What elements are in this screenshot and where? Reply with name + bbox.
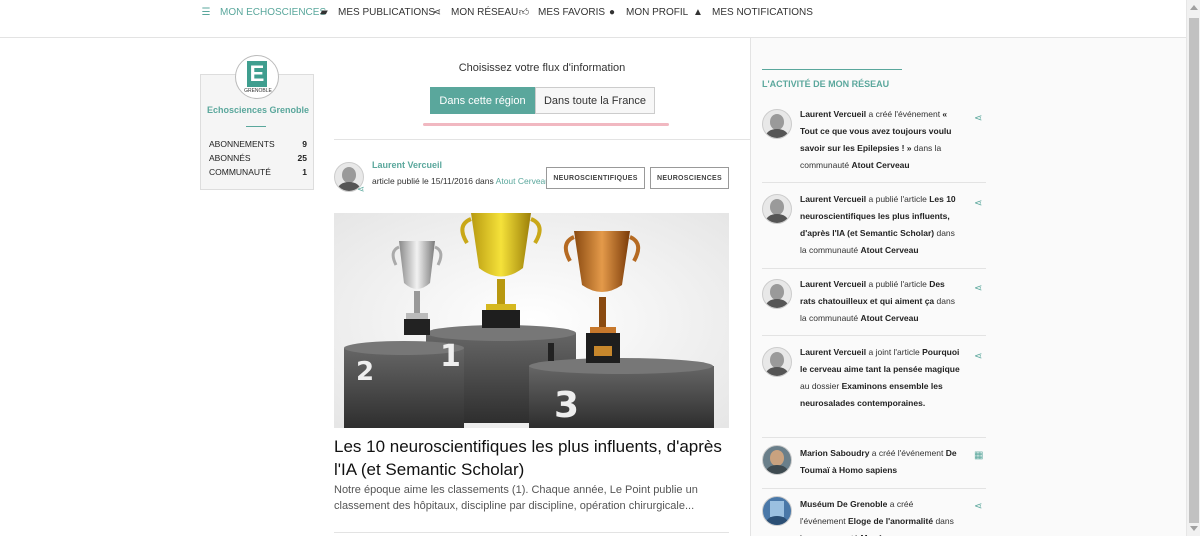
feed-title: Choisissez votre flux d'information [458, 62, 626, 74]
list-icon: ☰ [201, 6, 211, 18]
share-icon: ⋖ [432, 6, 442, 18]
nav-mon-profil[interactable]: ● MON PROFIL [606, 5, 688, 19]
nav-label: MON ECHOSCIENCES [220, 6, 327, 18]
activity-item: Marion Saboudry a créé l'événement De To… [762, 445, 986, 489]
post-divider [334, 532, 729, 533]
stat-communaute[interactable]: COMMUNAUTÉ 1 [209, 167, 307, 177]
avatar[interactable] [762, 347, 792, 377]
profile-name[interactable]: Echosciences Grenoble [201, 105, 315, 115]
tag-neuroscientifiques[interactable]: NEUROSCIENTIFIQUES [546, 167, 645, 189]
nav-label: MON RÉSEAU [451, 6, 519, 18]
scroll-thumb[interactable] [1189, 18, 1199, 523]
podium-number-1: 1 [440, 339, 461, 374]
nav-label: MES FAVORIS [538, 6, 606, 18]
post-community-link[interactable]: Atout Cerveau [496, 176, 550, 186]
stat-abonnes[interactable]: ABONNÉS 25 [209, 153, 307, 163]
activity-text[interactable]: Laurent Vercueil a publié l'article Des … [800, 276, 960, 327]
stat-label: COMMUNAUTÉ [209, 167, 271, 177]
profile-separator [246, 126, 266, 127]
podium-number-2: 2 [356, 357, 374, 387]
avatar[interactable] [762, 496, 792, 526]
activity-divider [762, 437, 986, 438]
tab-dans-cette-region[interactable]: Dans cette région [430, 87, 535, 114]
nav-mon-reseau[interactable]: ⋖ MON RÉSEAU [431, 5, 518, 19]
profile-card: E GRENOBLE Echosciences Grenoble ABONNEM… [200, 55, 315, 190]
feed-selector: Choisissez votre flux d'information Dans… [334, 60, 750, 140]
nav-mes-favoris[interactable]: 👍︎ MES FAVORIS [518, 5, 605, 19]
activity-text[interactable]: Laurent Vercueil a publié l'article Les … [800, 191, 960, 259]
post-excerpt: Notre époque aime les classements (1). C… [334, 484, 698, 512]
stat-label: ABONNÉS [209, 153, 251, 163]
avatar[interactable] [762, 445, 792, 475]
scroll-down-arrow-icon[interactable] [1190, 526, 1198, 531]
bell-icon: ▲ [693, 6, 703, 18]
nav-label: MES NOTIFICATIONS [712, 6, 813, 18]
activity-title-rule [762, 69, 902, 70]
top-navigation: ☰ MON ECHOSCIENCES ▰ MES PUBLICATIONS ⋖ … [0, 0, 1186, 38]
stat-value: 25 [297, 153, 307, 163]
logo-subtitle: GRENOBLE [244, 88, 272, 94]
activity-item: Laurent Vercueil a publié l'article Des … [762, 276, 986, 336]
tag-neurosciences[interactable]: NEUROSCIENCES [650, 167, 729, 189]
activity-title: L'ACTIVITÉ DE MON RÉSEAU [762, 79, 890, 89]
post-meta-text: article publié le 15/11/2016 dans [372, 176, 494, 186]
activity-divider [762, 268, 986, 269]
scroll-up-arrow-icon[interactable] [1190, 5, 1198, 10]
tab-dans-toute-la-france[interactable]: Dans toute la France [535, 87, 655, 114]
tab-highlight-bar [423, 123, 669, 126]
share-icon[interactable]: ⋖ [974, 501, 982, 512]
activity-item: Laurent Vercueil a joint l'article Pourq… [762, 344, 986, 438]
activity-item: Muséum De Grenoble a créé l'événement El… [762, 496, 986, 536]
stat-value: 9 [302, 139, 307, 149]
avatar[interactable] [762, 194, 792, 224]
share-icon[interactable]: ⋖ [974, 113, 982, 124]
share-icon[interactable]: ⋖ [974, 283, 982, 294]
share-icon[interactable]: ⋖ [974, 351, 982, 362]
post-meta: article publié le 15/11/2016 dans Atout … [372, 176, 550, 186]
calendar-icon[interactable]: ▦ [974, 450, 983, 461]
nav-label: MON PROFIL [626, 6, 689, 18]
podium-number-3: 3 [554, 385, 579, 426]
column-divider [750, 38, 751, 536]
activity-text[interactable]: Muséum De Grenoble a créé l'événement El… [800, 496, 960, 536]
nav-mes-notifications[interactable]: ▲ MES NOTIFICATIONS [692, 5, 813, 19]
echosciences-logo[interactable]: E GRENOBLE [235, 55, 279, 99]
stat-abonnements[interactable]: ABONNEMENTS 9 [209, 139, 307, 149]
page-scrollbar[interactable] [1186, 0, 1200, 536]
share-icon[interactable]: ⋖ [974, 198, 982, 209]
activity-text[interactable]: Laurent Vercueil a créé l'événement « To… [800, 106, 960, 174]
activity-divider [762, 335, 986, 336]
activity-item: Laurent Vercueil a créé l'événement « To… [762, 106, 986, 183]
thumbs-up-icon: 👍︎ [518, 7, 530, 18]
activity-divider [762, 182, 986, 183]
nav-mon-echosciences[interactable]: ☰ MON ECHOSCIENCES [200, 5, 327, 19]
stat-value: 1 [302, 167, 307, 177]
activity-text[interactable]: Laurent Vercueil a joint l'article Pourq… [800, 344, 960, 412]
trophy-podium-image[interactable]: 2 1 3 [334, 213, 729, 428]
activity-text[interactable]: Marion Saboudry a créé l'événement De To… [800, 445, 960, 479]
nav-label: MES PUBLICATIONS [338, 6, 436, 18]
user-icon: ● [608, 6, 616, 18]
activity-divider [762, 488, 986, 489]
avatar[interactable] [762, 279, 792, 309]
logo-letter: E [247, 61, 267, 87]
post-author[interactable]: Laurent Vercueil [372, 160, 442, 170]
nav-mes-publications[interactable]: ▰ MES PUBLICATIONS [318, 5, 435, 19]
avatar[interactable] [762, 109, 792, 139]
stat-label: ABONNEMENTS [209, 139, 275, 149]
post-headline[interactable]: Les 10 neuroscientifiques les plus influ… [334, 435, 729, 481]
book-icon: ▰ [320, 6, 328, 18]
activity-item: Laurent Vercueil a publié l'article Les … [762, 191, 986, 269]
share-icon[interactable]: ⋖ [357, 184, 365, 195]
